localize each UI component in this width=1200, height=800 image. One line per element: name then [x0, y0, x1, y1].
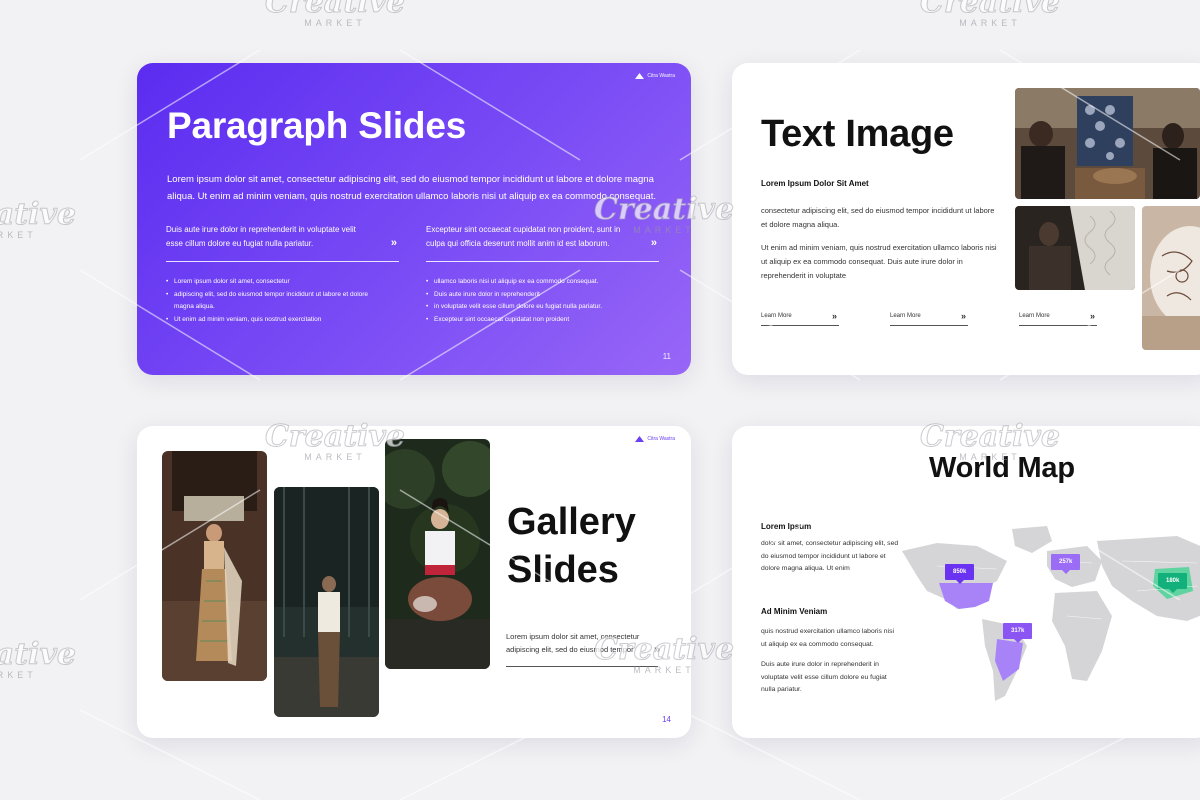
brand-logo: Citra Wastra: [635, 73, 675, 79]
slide-title: Gallery Slides: [507, 498, 636, 594]
paragraph: quis nostrud exercitation ullamco labori…: [761, 628, 894, 648]
slide-world-map[interactable]: World Map Lorem Ipsum dolor sit amet, co…: [732, 426, 1200, 738]
chevron-right-icon: »: [960, 311, 966, 321]
divider: [506, 666, 658, 667]
column-text: Excepteur sint occaecat cupidatat non pr…: [426, 225, 621, 248]
paragraph: dolor sit amet, consectetur adipiscing e…: [761, 540, 899, 572]
brand-name: Citra Wastra: [647, 436, 675, 442]
pin-label: 317k: [1011, 628, 1025, 634]
watermark-sub: MARKET: [0, 670, 37, 680]
slide-text-image[interactable]: Text Image Lorem Ipsum Dolor Sit Amet co…: [732, 63, 1200, 375]
bullet-list: ullamco laboris nisi ut aliquip ex ea co…: [426, 276, 659, 326]
list-item: Excepteur sint occaecat cupidatat non pr…: [426, 314, 659, 327]
learn-more-label: Learn More: [1019, 313, 1050, 319]
divider: [166, 261, 399, 262]
brand-name: Citra Wastra: [647, 73, 675, 79]
list-item: Lorem ipsum dolor sit amet, consectetur: [166, 276, 399, 289]
section-heading: Ad Minim Veniam: [761, 607, 828, 616]
column-text: Duis aute irure dolor in reprehenderit i…: [166, 225, 356, 248]
page-number: 11: [662, 352, 671, 361]
chevron-right-icon[interactable]: »: [651, 237, 657, 249]
list-item: ullamco laboris nisi ut aliquip ex ea co…: [426, 276, 659, 289]
brand-mark-icon: [635, 436, 645, 442]
paragraph: Ut enim ad minim veniam, quis nostrud ex…: [761, 243, 997, 280]
slide-subtitle: Lorem Ipsum Dolor Sit Amet: [761, 179, 869, 188]
page-number: 14: [662, 715, 671, 724]
section-heading: Lorem Ipsum: [761, 522, 812, 531]
bullet-list: Lorem ipsum dolor sit amet, consectetur …: [166, 276, 399, 326]
divider: [1019, 325, 1097, 326]
photo-man-javanese: [274, 487, 379, 717]
learn-more-label: Learn More: [890, 313, 921, 319]
map-pin-257k[interactable]: 257k: [1051, 554, 1081, 574]
list-item: adipiscing elit, sed do eiusmod tempor i…: [166, 289, 369, 314]
chevron-right-icon[interactable]: »: [391, 237, 397, 249]
gallery-description: Lorem ipsum dolor sit amet, consectetur …: [506, 632, 640, 654]
divider: [426, 261, 659, 262]
watermark-logo: Creative MARKET: [0, 197, 76, 240]
title-line: Slides: [507, 549, 619, 591]
slide-paragraph[interactable]: Citra Wastra Paragraph Slides Lorem ipsu…: [137, 63, 691, 375]
slide-title: World Map: [929, 452, 1075, 484]
learn-more-link[interactable]: Learn More »: [761, 311, 839, 326]
photo-batik-pattern: [1142, 206, 1200, 350]
paragraph: consectetur adipiscing elit, sed do eius…: [761, 206, 995, 229]
chevron-right-icon[interactable]: »: [654, 644, 660, 656]
slide-title: Text Image: [761, 113, 954, 155]
photo-batik-canting: [1015, 206, 1135, 290]
watermark-word: Creative: [265, 0, 406, 20]
watermark-word: Creative: [0, 197, 76, 232]
map-greenland: [1012, 526, 1052, 553]
map-pin-850k[interactable]: 850k: [945, 564, 975, 584]
watermark-logo: Creative MARKET: [920, 0, 1061, 28]
pin-label: 257k: [1059, 559, 1073, 565]
photo-woman-temple: [162, 451, 267, 681]
intro-paragraph: Lorem ipsum dolor sit amet, consectetur …: [167, 174, 656, 202]
world-map: [902, 526, 1200, 701]
column-right: Excepteur sint occaecat cupidatat non pr…: [426, 223, 659, 326]
map-pin-317k[interactable]: 317k: [1003, 623, 1033, 643]
brand-logo: Citra Wastra: [635, 436, 675, 442]
watermark-word: Creative: [920, 0, 1061, 20]
list-item: Duis aute irure dolor in reprehenderit: [426, 289, 659, 302]
watermark-logo: Creative MARKET: [265, 0, 406, 28]
chevron-right-icon: »: [1089, 311, 1095, 321]
brand-mark-icon: [635, 73, 645, 79]
photo-woman-forest: [385, 439, 490, 669]
slide-gallery[interactable]: Citra Wastra Gallery Slides Lorem ipsum …: [137, 426, 691, 738]
photo-batik-workshop: [1015, 88, 1200, 199]
watermark-sub: MARKET: [304, 18, 366, 28]
map-africa: [1052, 591, 1112, 681]
pin-label: 850k: [953, 569, 967, 575]
map-region-usa: [939, 583, 993, 609]
divider: [761, 325, 839, 326]
pin-label: 180k: [1166, 578, 1180, 584]
divider: [890, 325, 968, 326]
learn-more-link[interactable]: Learn More »: [890, 311, 968, 326]
title-line: Gallery: [507, 501, 636, 543]
watermark-word: Creative: [0, 637, 76, 672]
list-item: Ut enim ad minim veniam, quis nostrud ex…: [166, 314, 399, 327]
watermark-sub: MARKET: [959, 18, 1021, 28]
watermark-logo: Creative MARKET: [0, 637, 76, 680]
chevron-right-icon: »: [831, 311, 837, 321]
learn-more-label: Learn More: [761, 313, 792, 319]
list-item: in voluptate velit esse cillum dolore eu…: [426, 301, 659, 314]
slide-title: Paragraph Slides: [167, 105, 467, 146]
map-pin-180k[interactable]: 180k: [1158, 573, 1188, 593]
paragraph: Duis aute irure dolor in reprehenderit i…: [761, 661, 887, 693]
watermark-sub: MARKET: [0, 230, 37, 240]
column-left: Duis aute irure dolor in reprehenderit i…: [166, 223, 399, 326]
learn-more-link[interactable]: Learn More »: [1019, 311, 1097, 326]
